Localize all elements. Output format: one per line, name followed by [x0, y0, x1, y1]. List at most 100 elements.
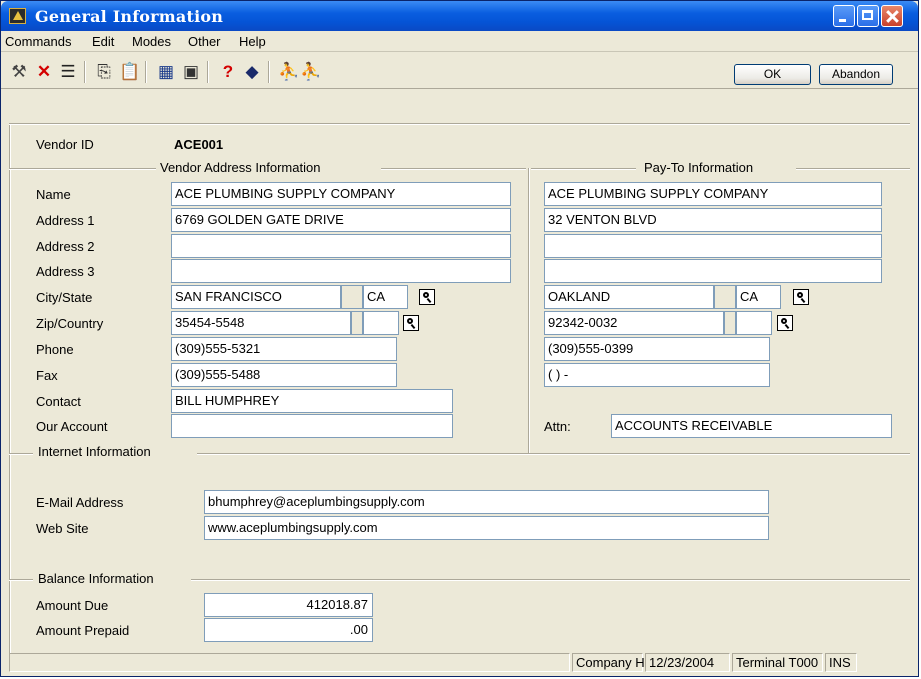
- payto-zip-spacer: [724, 311, 736, 335]
- vendor-phone-field[interactable]: (309)555-5321: [171, 337, 397, 361]
- address1-label: Address 1: [36, 213, 95, 228]
- toolbar-separator: [207, 61, 209, 83]
- contact-label: Contact: [36, 394, 81, 409]
- ok-button[interactable]: OK: [734, 64, 811, 85]
- amount-due-field[interactable]: 412018.87: [204, 593, 373, 617]
- title-bar: General Information: [1, 1, 918, 31]
- city-state-label: City/State: [36, 290, 93, 305]
- toolbar-separator: [84, 61, 86, 83]
- toolbar-separator: [268, 61, 270, 83]
- pay-to-title-line-right: [796, 168, 910, 170]
- archer-icon[interactable]: ⛹: [300, 62, 321, 82]
- app-icon: [9, 8, 26, 24]
- payto-state-field[interactable]: CA: [736, 285, 781, 309]
- toolbar: ⚒ ✕ ☰ ⎘ 📋 ▦ ▣ ? ◆ ⛹ ⛹ OK Abandon: [1, 52, 918, 89]
- payto-country-field[interactable]: [736, 311, 772, 335]
- menu-commands[interactable]: Commands: [5, 34, 71, 49]
- menu-edit[interactable]: Edit: [92, 34, 114, 49]
- calendar-icon[interactable]: ▣: [181, 62, 201, 82]
- menu-help[interactable]: Help: [239, 34, 266, 49]
- menu-other[interactable]: Other: [188, 34, 221, 49]
- amount-prepaid-label: Amount Prepaid: [36, 623, 130, 638]
- internet-title: Internet Information: [35, 444, 154, 459]
- zip-country-label: Zip/Country: [36, 316, 104, 331]
- payto-fax-field[interactable]: ( ) -: [544, 363, 770, 387]
- list-icon[interactable]: ☰: [58, 62, 78, 82]
- vendor-id-label: Vendor ID: [36, 137, 94, 152]
- copy-icon[interactable]: ⎘: [94, 62, 114, 82]
- attn-label: Attn:: [544, 419, 571, 434]
- payto-state-lookup-icon[interactable]: [793, 289, 809, 305]
- help-icon[interactable]: ?: [218, 62, 238, 82]
- state-lookup-icon[interactable]: [419, 289, 435, 305]
- menu-bar: Commands Edit Modes Other Help: [1, 31, 918, 52]
- payto-attn-field[interactable]: ACCOUNTS RECEIVABLE: [611, 414, 892, 438]
- payto-address3-field[interactable]: [544, 259, 882, 283]
- amount-prepaid-field[interactable]: .00: [204, 618, 373, 642]
- toolbar-separator: [145, 61, 147, 83]
- payto-zip-field[interactable]: 92342-0032: [544, 311, 724, 335]
- payto-phone-field[interactable]: (309)555-0399: [544, 337, 770, 361]
- status-mode: INS: [825, 653, 857, 672]
- calculator-icon[interactable]: ▦: [156, 62, 176, 82]
- balance-title-line-left: [9, 579, 33, 581]
- vendor-city-spacer: [341, 285, 363, 309]
- tools-icon[interactable]: ⚒: [9, 62, 29, 82]
- payto-name-field[interactable]: ACE PLUMBING SUPPLY COMPANY: [544, 182, 882, 206]
- our-account-label: Our Account: [36, 419, 108, 434]
- close-button[interactable]: [881, 5, 903, 27]
- payto-city-field[interactable]: OAKLAND: [544, 285, 714, 309]
- vendor-state-field[interactable]: CA: [363, 285, 408, 309]
- vendor-address2-field[interactable]: [171, 234, 511, 258]
- name-label: Name: [36, 187, 71, 202]
- pay-to-title: Pay-To Information: [641, 160, 757, 175]
- frame-top-line: [9, 123, 910, 125]
- vendor-contact-field[interactable]: BILL HUMPHREY: [171, 389, 453, 413]
- payto-address2-field[interactable]: [544, 234, 882, 258]
- amount-due-label: Amount Due: [36, 598, 109, 613]
- status-company: Company H: [572, 653, 645, 672]
- vendor-zip-spacer: [351, 311, 363, 335]
- minimize-button[interactable]: [833, 5, 855, 27]
- pay-to-title-line-left: [531, 168, 636, 170]
- abandon-button[interactable]: Abandon: [819, 64, 893, 85]
- email-field[interactable]: bhumphrey@aceplumbingsupply.com: [204, 490, 769, 514]
- status-message-pane: [9, 653, 570, 672]
- payto-address1-field[interactable]: 32 VENTON BLVD: [544, 208, 882, 232]
- internet-title-line-right: [197, 453, 910, 455]
- vendor-name-field[interactable]: ACE PLUMBING SUPPLY COMPANY: [171, 182, 511, 206]
- window: General Information Commands Edit Modes …: [0, 0, 919, 677]
- vendor-country-field[interactable]: [363, 311, 399, 335]
- vendor-fax-field[interactable]: (309)555-5488: [171, 363, 397, 387]
- vendor-address-title: Vendor Address Information: [157, 160, 324, 175]
- payto-country-lookup-icon[interactable]: [777, 315, 793, 331]
- paste-icon[interactable]: 📋: [119, 62, 140, 82]
- address3-label: Address 3: [36, 264, 95, 279]
- archer-icon[interactable]: ⛹: [278, 62, 299, 82]
- vendor-city-field[interactable]: SAN FRANCISCO: [171, 285, 341, 309]
- maximize-button[interactable]: [857, 5, 879, 27]
- vendor-address-title-line-right: [381, 168, 526, 170]
- internet-title-line-left: [9, 453, 33, 455]
- balance-title-line-right: [191, 579, 910, 581]
- vendor-zip-field[interactable]: 35454-5548: [171, 311, 351, 335]
- frame-left-border: [9, 124, 11, 654]
- menu-modes[interactable]: Modes: [132, 34, 171, 49]
- section-divider: [528, 168, 530, 453]
- manual-icon[interactable]: ◆: [242, 62, 262, 82]
- status-bar: Company H 12/23/2004 Terminal T000 INS: [9, 653, 910, 673]
- status-terminal: Terminal T000: [732, 653, 823, 672]
- country-lookup-icon[interactable]: [403, 315, 419, 331]
- vendor-our-account-field[interactable]: [171, 414, 453, 438]
- payto-city-spacer: [714, 285, 736, 309]
- phone-label: Phone: [36, 342, 74, 357]
- vendor-id-value: ACE001: [174, 137, 224, 152]
- vendor-address-title-line-left: [9, 168, 156, 170]
- delete-icon[interactable]: ✕: [34, 62, 54, 82]
- vendor-address1-field[interactable]: 6769 GOLDEN GATE DRIVE: [171, 208, 511, 232]
- balance-title: Balance Information: [35, 571, 157, 586]
- window-title: General Information: [35, 7, 224, 26]
- status-date: 12/23/2004: [645, 653, 730, 672]
- vendor-address3-field[interactable]: [171, 259, 511, 283]
- website-field[interactable]: www.aceplumbingsupply.com: [204, 516, 769, 540]
